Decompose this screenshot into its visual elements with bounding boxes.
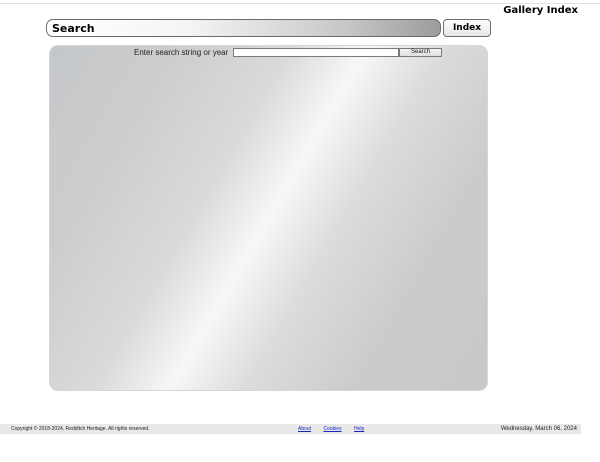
current-date: Wednesday, March 06, 2024: [500, 426, 577, 432]
about-link[interactable]: About: [298, 426, 311, 432]
help-link[interactable]: Help: [354, 426, 364, 432]
search-button[interactable]: Search: [399, 48, 442, 57]
search-panel: Enter search string or year Search: [49, 45, 488, 391]
cookies-link[interactable]: Cookies: [323, 426, 341, 432]
search-input[interactable]: [233, 48, 399, 57]
search-prompt-label: Enter search string or year: [134, 48, 229, 57]
page-title-bar: Search: [46, 19, 441, 37]
gallery-index-link[interactable]: Gallery Index: [503, 5, 578, 16]
index-button[interactable]: Index: [443, 19, 491, 37]
page-title: Search: [52, 22, 95, 35]
footer-links: About Cookies Help: [298, 426, 375, 432]
copyright-text: Copyright © 2018-2024, Redditch Heritage…: [11, 426, 150, 432]
top-divider: [0, 3, 600, 4]
search-form: Enter search string or year Search: [50, 48, 487, 60]
footer: Copyright © 2018-2024, Redditch Heritage…: [0, 424, 581, 434]
